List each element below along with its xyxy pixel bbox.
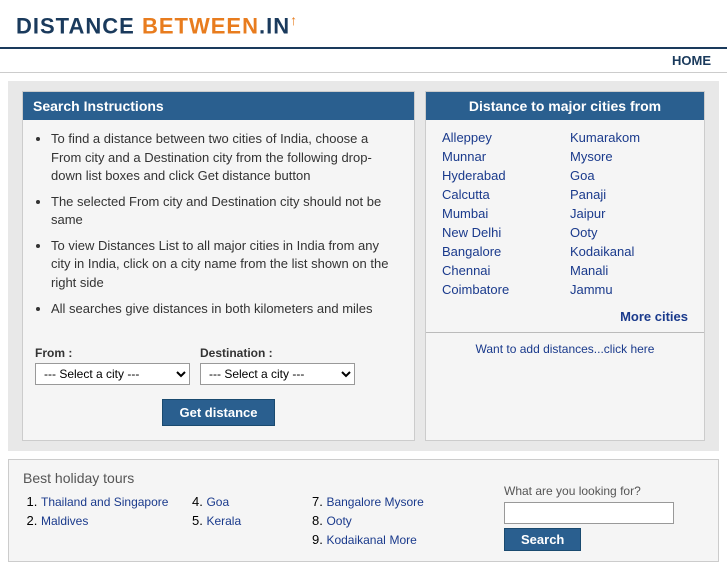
search-instructions-body: To find a distance between two cities of…: [23, 120, 414, 336]
tour-item-2: Maldives: [41, 513, 168, 528]
add-distances-area: Want to add distances...click here: [426, 332, 704, 364]
city-link-jammu[interactable]: Jammu: [570, 282, 688, 297]
city-link-bangalore[interactable]: Bangalore: [442, 244, 560, 259]
instruction-item-4: All searches give distances in both kilo…: [51, 300, 402, 318]
from-label: From :: [35, 346, 190, 360]
form-row: From : --- Select a city --- Destination…: [23, 336, 414, 389]
get-distance-btn-area: Get distance: [23, 389, 414, 440]
tours-column-1: Thailand and Singapore Maldives: [23, 494, 168, 551]
city-link-new-delhi[interactable]: New Delhi: [442, 225, 560, 240]
city-link-chennai[interactable]: Chennai: [442, 263, 560, 278]
tours-list-3: Bangalore Mysore Ooty Kodaikanal More: [308, 494, 423, 547]
get-distance-button[interactable]: Get distance: [162, 399, 274, 426]
city-link-hyderabad[interactable]: Hyderabad: [442, 168, 560, 183]
search-box-panel: What are you looking for? Search: [504, 470, 704, 551]
logo: DISTANCE BETWEEN.IN↑: [16, 12, 711, 39]
tour-item-4: Goa: [206, 494, 288, 509]
header: DISTANCE BETWEEN.IN↑: [0, 0, 727, 49]
tour-item-7: Bangalore Mysore: [326, 494, 423, 509]
tour-item-1: Thailand and Singapore: [41, 494, 168, 509]
destination-group: Destination : --- Select a city ---: [200, 346, 355, 385]
tour-item-8: Ooty: [326, 513, 423, 528]
tour-link-maldives[interactable]: Maldives: [41, 514, 88, 528]
tour-item-5: Kerala: [206, 513, 288, 528]
destination-city-select[interactable]: --- Select a city ---: [200, 363, 355, 385]
add-distances-link[interactable]: Want to add distances...click here: [476, 342, 655, 356]
city-link-jaipur[interactable]: Jaipur: [570, 206, 688, 221]
city-link-munnar[interactable]: Munnar: [442, 149, 560, 164]
city-link-panaji[interactable]: Panaji: [570, 187, 688, 202]
instructions-list: To find a distance between two cities of…: [35, 130, 402, 318]
left-panel: Search Instructions To find a distance b…: [22, 91, 415, 441]
more-cities-link[interactable]: More cities: [620, 309, 688, 324]
tours-column-3: Bangalore Mysore Ooty Kodaikanal More: [308, 494, 423, 551]
holiday-tours-panel: Best holiday tours Thailand and Singapor…: [23, 470, 494, 551]
search-input[interactable]: [504, 502, 674, 524]
holiday-tours-title: Best holiday tours: [23, 470, 494, 486]
tour-link-bangalore-mysore[interactable]: Bangalore Mysore: [326, 495, 423, 509]
city-link-kumarakom[interactable]: Kumarakom: [570, 130, 688, 145]
city-link-manali[interactable]: Manali: [570, 263, 688, 278]
bottom-section: Best holiday tours Thailand and Singapor…: [8, 459, 719, 562]
search-box-label: What are you looking for?: [504, 484, 641, 498]
city-link-calcutta[interactable]: Calcutta: [442, 187, 560, 202]
search-button[interactable]: Search: [504, 528, 581, 551]
from-group: From : --- Select a city ---: [35, 346, 190, 385]
cities-grid: Alleppey Kumarakom Munnar Mysore Hyderab…: [426, 120, 704, 307]
search-instructions-header: Search Instructions: [23, 92, 414, 120]
home-link[interactable]: HOME: [672, 53, 711, 68]
tours-list-2: Goa Kerala: [188, 494, 288, 528]
tour-link-ooty[interactable]: Ooty: [326, 514, 351, 528]
city-link-mysore[interactable]: Mysore: [570, 149, 688, 164]
more-cities-link-area: More cities: [426, 307, 704, 332]
instruction-item-1: To find a distance between two cities of…: [51, 130, 402, 185]
city-link-ooty[interactable]: Ooty: [570, 225, 688, 240]
city-link-alleppey[interactable]: Alleppey: [442, 130, 560, 145]
top-nav: HOME: [0, 49, 727, 73]
main-content: Search Instructions To find a distance b…: [8, 81, 719, 451]
tours-lists: Thailand and Singapore Maldives Goa Kera…: [23, 494, 494, 551]
tour-link-kerala[interactable]: Kerala: [206, 514, 241, 528]
distance-to-cities-header: Distance to major cities from: [426, 92, 704, 120]
instruction-item-2: The selected From city and Destination c…: [51, 193, 402, 229]
city-link-mumbai[interactable]: Mumbai: [442, 206, 560, 221]
tours-list-1: Thailand and Singapore Maldives: [23, 494, 168, 528]
from-city-select[interactable]: --- Select a city ---: [35, 363, 190, 385]
city-link-kodaikanal[interactable]: Kodaikanal: [570, 244, 688, 259]
destination-label: Destination :: [200, 346, 355, 360]
city-link-goa[interactable]: Goa: [570, 168, 688, 183]
tour-link-thailand-singapore[interactable]: Thailand and Singapore: [41, 495, 168, 509]
right-panel: Distance to major cities from Alleppey K…: [425, 91, 705, 441]
city-link-coimbatore[interactable]: Coimbatore: [442, 282, 560, 297]
tour-link-goa[interactable]: Goa: [206, 495, 229, 509]
instruction-item-3: To view Distances List to all major citi…: [51, 237, 402, 292]
tours-column-2: Goa Kerala: [188, 494, 288, 551]
